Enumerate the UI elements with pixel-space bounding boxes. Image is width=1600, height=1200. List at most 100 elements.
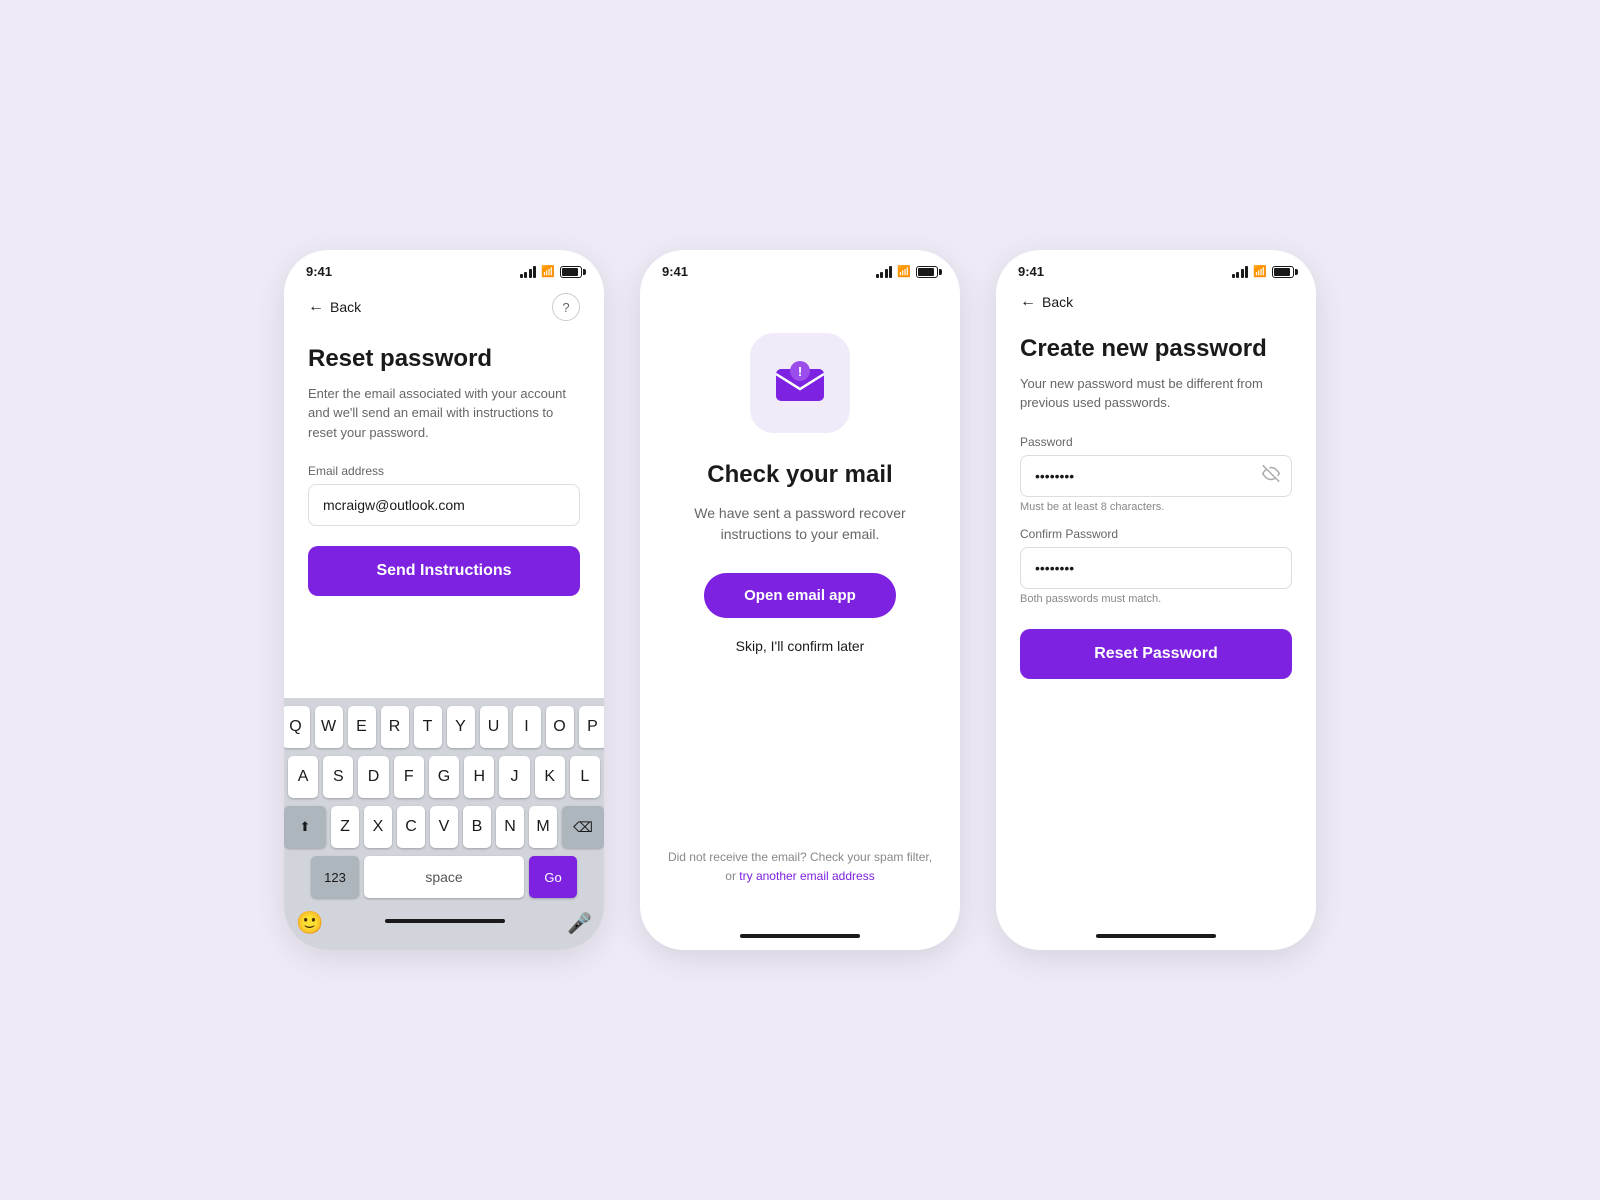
eye-icon[interactable] <box>1262 464 1280 487</box>
signal-icon-1 <box>520 266 537 278</box>
screen1-content: ← Back ? Reset password Enter the email … <box>284 283 604 698</box>
page-subtitle-3: Your new password must be different from… <box>1020 374 1292 413</box>
back-button-3[interactable]: ← Back <box>1020 293 1073 311</box>
back-arrow-icon-1: ← <box>308 298 324 316</box>
battery-icon-2 <box>916 266 938 278</box>
keyboard-bottom: 🙂 🎤 <box>288 906 600 946</box>
emoji-icon[interactable]: 🙂 <box>296 910 323 936</box>
key-t[interactable]: T <box>414 706 442 748</box>
mail-icon-wrapper: ! <box>750 333 850 433</box>
password-input[interactable] <box>1020 455 1292 497</box>
key-k[interactable]: K <box>535 756 565 798</box>
status-bar-3: 9:41 📶 <box>996 250 1316 283</box>
key-x[interactable]: X <box>364 806 392 848</box>
page-title-1: Reset password <box>308 345 580 374</box>
key-m[interactable]: M <box>529 806 557 848</box>
mic-icon[interactable]: 🎤 <box>567 911 592 936</box>
home-indicator-1 <box>385 919 505 923</box>
battery-icon-1 <box>560 266 582 278</box>
back-arrow-icon-3: ← <box>1020 293 1036 311</box>
email-input-1[interactable] <box>308 484 580 526</box>
phone-create-password: 9:41 📶 ← Back Create new password <box>996 250 1316 950</box>
status-bar-2: 9:41 📶 <box>640 250 960 283</box>
confirm-input-wrapper <box>1020 547 1292 589</box>
battery-icon-3 <box>1272 266 1294 278</box>
key-g[interactable]: G <box>429 756 459 798</box>
password-input-wrapper <box>1020 455 1292 497</box>
email-label-1: Email address <box>308 464 580 478</box>
screen3-content: ← Back Create new password Your new pass… <box>996 283 1316 930</box>
check-mail-title: Check your mail <box>707 461 892 489</box>
back-label-3: Back <box>1042 294 1073 310</box>
key-e[interactable]: E <box>348 706 376 748</box>
key-o[interactable]: O <box>546 706 574 748</box>
reset-password-button[interactable]: Reset Password <box>1020 629 1292 679</box>
status-icons-1: 📶 <box>520 265 582 278</box>
password-hint: Must be at least 8 characters. <box>1020 501 1292 513</box>
key-123[interactable]: 123 <box>311 856 359 898</box>
key-s[interactable]: S <box>323 756 353 798</box>
keyboard-row-2: A S D F G H J K L <box>288 756 600 798</box>
phone-reset-password: 9:41 📶 ← Back ? Reset password <box>284 250 604 950</box>
screen2-footer: Did not receive the email? Check your sp… <box>668 848 932 906</box>
key-d[interactable]: D <box>358 756 388 798</box>
key-shift[interactable]: ⬆ <box>284 806 326 848</box>
key-delete[interactable]: ⌫ <box>562 806 604 848</box>
back-label-1: Back <box>330 299 361 315</box>
check-mail-desc: We have sent a password recover instruct… <box>680 503 920 545</box>
key-b[interactable]: B <box>463 806 491 848</box>
status-icons-3: 📶 <box>1232 265 1294 278</box>
key-h[interactable]: H <box>464 756 494 798</box>
password-label: Password <box>1020 435 1292 449</box>
screen2-content: ! Check your mail We have sent a passwor… <box>640 283 960 930</box>
nav-bar-1: ← Back ? <box>308 293 580 321</box>
status-icons-2: 📶 <box>876 265 938 278</box>
help-button-1[interactable]: ? <box>552 293 580 321</box>
key-a[interactable]: A <box>288 756 318 798</box>
try-another-email-link[interactable]: try another email address <box>739 869 874 883</box>
key-i[interactable]: I <box>513 706 541 748</box>
key-u[interactable]: U <box>480 706 508 748</box>
signal-icon-3 <box>1232 266 1249 278</box>
page-subtitle-1: Enter the email associated with your acc… <box>308 384 580 443</box>
confirm-hint: Both passwords must match. <box>1020 593 1292 605</box>
confirm-input[interactable] <box>1020 547 1292 589</box>
wifi-icon-2: 📶 <box>897 265 911 278</box>
status-bar-1: 9:41 📶 <box>284 250 604 283</box>
key-z[interactable]: Z <box>331 806 359 848</box>
skip-link[interactable]: Skip, I'll confirm later <box>736 638 865 654</box>
open-email-button[interactable]: Open email app <box>704 573 896 618</box>
footer-prefix: or <box>725 869 739 883</box>
key-l[interactable]: L <box>570 756 600 798</box>
nav-bar-3: ← Back <box>1020 293 1292 311</box>
key-p[interactable]: P <box>579 706 605 748</box>
key-q[interactable]: Q <box>284 706 310 748</box>
keyboard: Q W E R T Y U I O P A S D F G H J K L <box>284 698 604 950</box>
status-time-2: 9:41 <box>662 264 688 279</box>
confirm-label: Confirm Password <box>1020 527 1292 541</box>
key-w[interactable]: W <box>315 706 343 748</box>
status-time-3: 9:41 <box>1018 264 1044 279</box>
key-v[interactable]: V <box>430 806 458 848</box>
key-f[interactable]: F <box>394 756 424 798</box>
keyboard-row-1: Q W E R T Y U I O P <box>288 706 600 748</box>
wifi-icon-3: 📶 <box>1253 265 1267 278</box>
key-go[interactable]: Go <box>529 856 577 898</box>
mail-icon: ! <box>772 355 828 411</box>
wifi-icon-1: 📶 <box>541 265 555 278</box>
status-time-1: 9:41 <box>306 264 332 279</box>
svg-text:!: ! <box>798 364 802 379</box>
phone-check-mail: 9:41 📶 ! Check <box>640 250 960 950</box>
page-title-3: Create new password <box>1020 335 1292 364</box>
key-space[interactable]: space <box>364 856 524 898</box>
back-button-1[interactable]: ← Back <box>308 298 361 316</box>
send-instructions-button[interactable]: Send Instructions <box>308 546 580 596</box>
footer-text: Did not receive the email? Check your sp… <box>668 850 932 864</box>
key-n[interactable]: N <box>496 806 524 848</box>
key-c[interactable]: C <box>397 806 425 848</box>
key-r[interactable]: R <box>381 706 409 748</box>
key-j[interactable]: J <box>499 756 529 798</box>
home-indicator-3 <box>1096 934 1216 938</box>
key-y[interactable]: Y <box>447 706 475 748</box>
keyboard-row-4: 123 space Go <box>288 856 600 898</box>
